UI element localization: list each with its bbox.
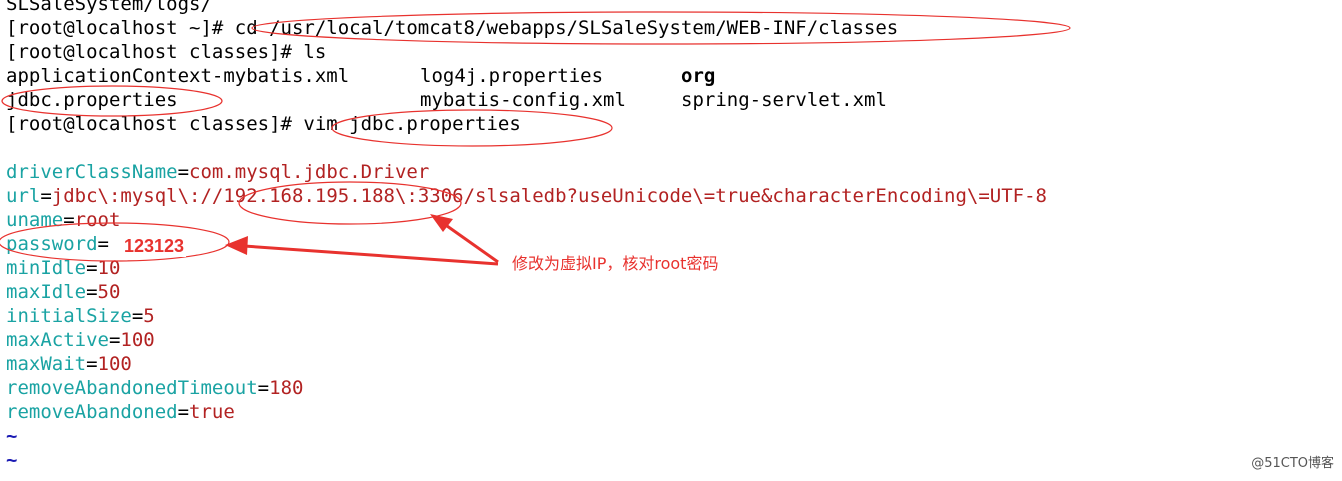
property-key: removeAbandonedTimeout bbox=[6, 377, 258, 399]
property-value: com.mysql.jdbc.Driver bbox=[189, 161, 430, 183]
property-line: url=jdbc\:mysql\://192.168.195.188\:3306… bbox=[6, 184, 1047, 208]
property-key: driverClassName bbox=[6, 161, 178, 183]
equals-sign: = bbox=[131, 305, 144, 327]
file-name: applicationContext-mybatis.xml bbox=[6, 65, 350, 87]
terminal-line: [root@localhost classes]# ls bbox=[6, 40, 326, 64]
property-key: initialSize bbox=[6, 305, 132, 327]
property-value: 100 bbox=[97, 353, 132, 375]
equals-sign: = bbox=[86, 281, 98, 303]
equals-sign: = bbox=[63, 209, 75, 231]
property-line: maxActive=100 bbox=[6, 328, 155, 352]
property-value: 5 bbox=[143, 305, 155, 327]
terminal-line: [root@localhost classes]# vim jdbc.prope… bbox=[6, 112, 521, 136]
command-text: cd /usr/local/tomcat8/webapps/SLSaleSyst… bbox=[223, 17, 899, 39]
output-text: SLSaleSystem/logs/ bbox=[6, 0, 212, 15]
property-line: initialSize=5 bbox=[6, 304, 155, 328]
property-line: maxWait=100 bbox=[6, 352, 132, 376]
property-value: 10 bbox=[97, 257, 121, 279]
property-line: removeAbandoned=true bbox=[6, 400, 235, 424]
equals-sign: = bbox=[177, 161, 190, 183]
property-value: true bbox=[189, 401, 235, 423]
property-value: root bbox=[74, 209, 121, 231]
property-value: 100 bbox=[120, 329, 155, 351]
file-name: log4j.properties bbox=[420, 65, 604, 87]
property-line: uname=root bbox=[6, 208, 120, 232]
property-key: removeAbandoned bbox=[6, 401, 178, 423]
property-key: minIdle bbox=[6, 257, 87, 279]
equals-sign: = bbox=[97, 233, 109, 255]
property-line: driverClassName=com.mysql.jdbc.Driver bbox=[6, 160, 429, 184]
property-key: url bbox=[6, 185, 41, 207]
equals-sign: = bbox=[86, 353, 98, 375]
equals-sign: = bbox=[177, 401, 190, 423]
property-value: 180 bbox=[269, 377, 304, 399]
property-value: jdbc\:mysql\://192.168.195.188\:3306/sls… bbox=[51, 185, 1047, 207]
directory-name: org bbox=[681, 65, 716, 87]
terminal-window[interactable]: SLSaleSystem/logs/ [root@localhost ~]# c… bbox=[0, 0, 1342, 481]
vim-empty-line-marker: ~ bbox=[6, 425, 18, 447]
property-value: 50 bbox=[97, 281, 121, 303]
property-line: removeAbandonedTimeout=180 bbox=[6, 376, 303, 400]
property-key: maxActive bbox=[6, 329, 109, 351]
property-key: uname bbox=[6, 209, 64, 231]
terminal-line: [root@localhost ~]# cd /usr/local/tomcat… bbox=[6, 16, 898, 40]
shell-prompt: [root@localhost classes]# bbox=[6, 113, 292, 135]
equals-sign: = bbox=[86, 257, 98, 279]
property-key: maxWait bbox=[6, 353, 87, 375]
file-name: spring-servlet.xml bbox=[681, 89, 887, 111]
property-line: maxIdle=50 bbox=[6, 280, 120, 304]
equals-sign: = bbox=[257, 377, 270, 399]
command-text: [root@localhost classes]# ls bbox=[6, 41, 327, 63]
property-key: maxIdle bbox=[6, 281, 87, 303]
file-name: jdbc.properties bbox=[6, 89, 178, 111]
terminal-line: SLSaleSystem/logs/ bbox=[6, 0, 212, 16]
property-key: password bbox=[6, 233, 98, 255]
file-name: mybatis-config.xml bbox=[420, 89, 626, 111]
property-line: minIdle=10 bbox=[6, 256, 120, 280]
property-line: password= bbox=[6, 232, 109, 256]
shell-prompt: [root@localhost ~]# bbox=[6, 17, 224, 39]
command-text: vim jdbc.properties bbox=[291, 113, 521, 135]
equals-sign: = bbox=[40, 185, 52, 207]
vim-empty-line-marker: ~ bbox=[6, 449, 18, 471]
equals-sign: = bbox=[108, 329, 121, 351]
